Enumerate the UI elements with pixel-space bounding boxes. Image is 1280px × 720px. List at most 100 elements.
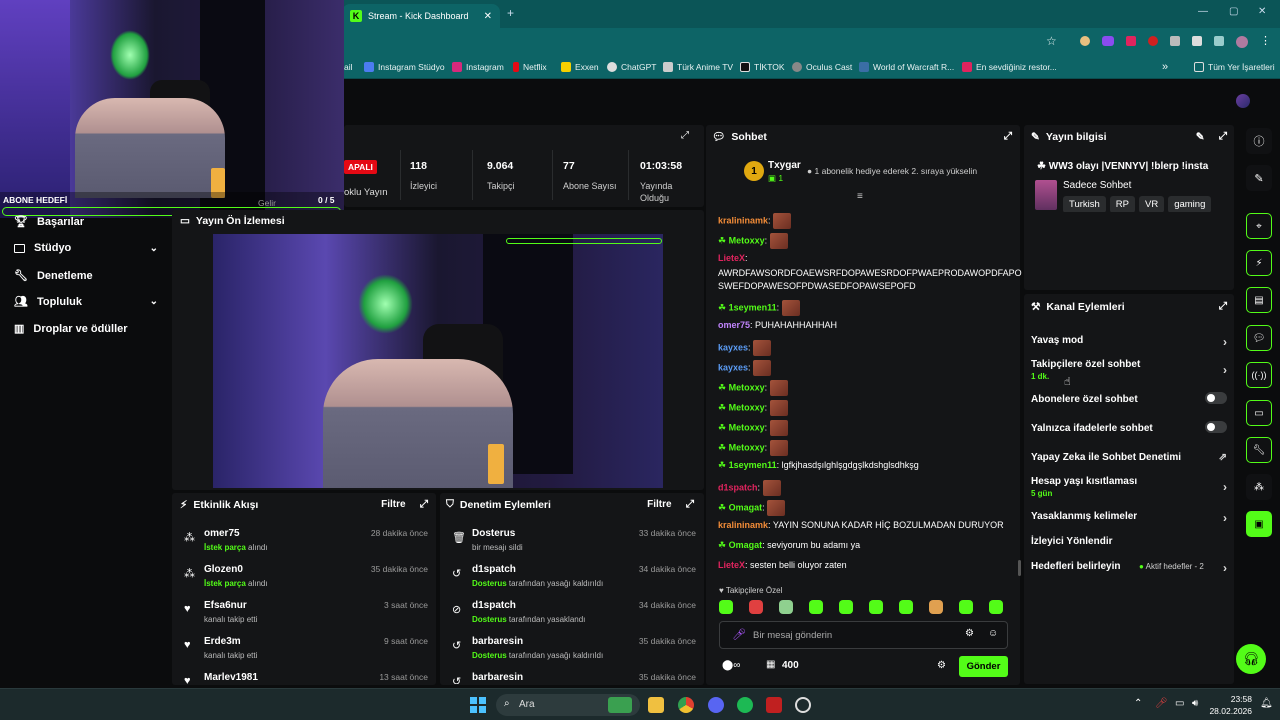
goals-row[interactable]: Hedefleri belirleyin ● Aktif hedefler - … bbox=[1031, 561, 1227, 575]
support-headset-icon[interactable]: 🎧︎ bbox=[1236, 644, 1266, 674]
chat-username[interactable]: kayxes bbox=[718, 362, 748, 372]
bookmark-item[interactable]: World of Warcraft R... bbox=[859, 55, 954, 79]
tray-chevron-icon[interactable]: ⌃ bbox=[1134, 698, 1142, 709]
nav-item-drops[interactable]: ▥ Droplar ve ödüller bbox=[14, 322, 128, 336]
moderation-filter-button[interactable]: Filtre bbox=[647, 499, 671, 510]
feed-item-username[interactable]: barbaresin bbox=[472, 672, 523, 683]
clock-date[interactable]: 28.02.2026 bbox=[1206, 706, 1252, 716]
window-close-icon[interactable]: ✕ bbox=[1258, 6, 1266, 17]
chat-username[interactable]: Metoxxy bbox=[729, 402, 765, 412]
feed-item[interactable]: ⊘ d1spatch Dosterus tarafından yasaklandı 3… bbox=[452, 598, 696, 632]
chat-username[interactable]: d1spatch bbox=[718, 482, 758, 492]
tag[interactable]: RP bbox=[1109, 196, 1135, 212]
feed-item-username[interactable]: d1spatch bbox=[472, 564, 516, 575]
chat-username[interactable]: Metoxxy bbox=[729, 422, 765, 432]
mic-tray-icon[interactable]: 🎤︎ bbox=[1155, 698, 1168, 709]
puzzle-icon[interactable] bbox=[1192, 36, 1202, 46]
activity-filter-button[interactable]: Filtre bbox=[381, 499, 405, 510]
bookmark-star-icon[interactable]: ☆ bbox=[1046, 34, 1057, 48]
bookmark-item[interactable]: Türk Anime TV bbox=[663, 55, 733, 79]
bookmark-item[interactable]: Oculus Cast bbox=[792, 55, 852, 79]
obs-stream-icon[interactable] bbox=[766, 697, 782, 713]
layout-rail-button[interactable]: ▭ bbox=[1246, 400, 1272, 426]
nav-item-moderation[interactable]: 🔧︎ Denetleme bbox=[14, 269, 93, 283]
broadcast-rail-button[interactable]: ((·)) bbox=[1246, 362, 1272, 388]
chat-username[interactable]: 1seymen11 bbox=[729, 460, 777, 470]
expand-icon[interactable]: ⤢ bbox=[1219, 130, 1227, 143]
stream-preview-video[interactable] bbox=[213, 234, 663, 488]
wrench-rail-button[interactable]: 🔧︎ bbox=[1246, 437, 1272, 463]
new-tab-icon[interactable]: + bbox=[507, 6, 514, 20]
slow-mode-row[interactable]: Yavaş mod › bbox=[1031, 335, 1227, 349]
edit-icon[interactable]: ✎ bbox=[1196, 131, 1205, 143]
quick-emote-icon[interactable] bbox=[839, 600, 853, 614]
file-explorer-icon[interactable] bbox=[648, 697, 664, 713]
followers-only-row[interactable]: Takipçilere özel sohbet 1 dk. › bbox=[1031, 359, 1227, 381]
edit-rail-button[interactable]: ✎ bbox=[1246, 165, 1272, 191]
capture-rail-button[interactable]: ⌖ bbox=[1246, 213, 1272, 239]
user-avatar[interactable] bbox=[1236, 94, 1250, 108]
feed-item-username[interactable]: Glozen0 bbox=[204, 564, 243, 575]
chat-username[interactable]: kralininamk bbox=[718, 520, 768, 530]
quick-emote-icon[interactable] bbox=[989, 600, 1003, 614]
quick-emote-icon[interactable] bbox=[899, 600, 913, 614]
infinity-points-icon[interactable]: ⬤∞ bbox=[722, 660, 740, 671]
chat-username[interactable]: Omagat bbox=[729, 540, 763, 550]
expand-icon[interactable]: ⤢ bbox=[1004, 130, 1012, 143]
network-icon[interactable]: ▭ bbox=[1175, 698, 1184, 709]
store-icon[interactable]: ▦ bbox=[766, 659, 775, 670]
browser-menu-icon[interactable]: ⋮ bbox=[1260, 36, 1271, 48]
send-button[interactable]: Gönder bbox=[959, 656, 1008, 677]
chat-username[interactable]: kayxes bbox=[718, 342, 748, 352]
chat-username[interactable]: LieteX bbox=[718, 560, 745, 570]
spotify-icon[interactable] bbox=[737, 697, 753, 713]
feed-item[interactable]: ↺ d1spatch Dosterus tarafından yasağı kald… bbox=[452, 562, 696, 596]
chat-username[interactable]: Metoxxy bbox=[729, 235, 765, 245]
expand-icon[interactable]: ⤢ bbox=[1219, 300, 1227, 313]
tag[interactable]: gaming bbox=[1168, 196, 1212, 212]
collapse-pinned-icon[interactable]: ≡ bbox=[857, 191, 863, 202]
feed-item-username[interactable]: Dosterus bbox=[472, 528, 515, 539]
raid-row[interactable]: İzleyici Yönlendir bbox=[1031, 536, 1227, 547]
bookmark-item[interactable]: ChatGPT bbox=[607, 55, 656, 79]
chat-settings-icon[interactable]: ⚙︎ bbox=[937, 660, 946, 671]
clock-time[interactable]: 23:58 bbox=[1212, 694, 1252, 704]
translate-icon[interactable]: ⚙︎ bbox=[965, 628, 974, 639]
chat-username[interactable]: Omagat bbox=[729, 502, 763, 512]
feed-item-username[interactable]: d1spatch bbox=[472, 600, 516, 611]
all-bookmarks[interactable]: Tüm Yer İşaretleri bbox=[1194, 55, 1275, 79]
chat-username[interactable]: omer75 bbox=[718, 320, 750, 330]
chat-input[interactable]: 🎤︎ Bir mesaj gönderin ⚙︎ ☺︎ bbox=[719, 621, 1008, 649]
feed-item[interactable]: 🗑︎ Dosterus bir mesajı sildi 33 dakika önce bbox=[452, 526, 696, 560]
feed-item[interactable]: ⁂ omer75 İstek parça alındı 28 dakika önce bbox=[184, 526, 428, 560]
bolt-rail-button[interactable]: ⚡︎ bbox=[1246, 250, 1272, 276]
feed-item[interactable]: ♥ Erde3m kanalı takip etti 9 saat önce bbox=[184, 634, 428, 668]
extension-icon[interactable] bbox=[1102, 36, 1114, 46]
feed-item[interactable]: ⁂ Glozen0 İstek parça alındı 35 dakika önce bbox=[184, 562, 428, 596]
feed-item[interactable]: ♥ Efsa6nur kanalı takip etti 3 saat önce bbox=[184, 598, 428, 632]
chat-username[interactable]: 1seymen11 bbox=[729, 302, 777, 312]
bookmark-item[interactable]: ail bbox=[344, 55, 353, 79]
quick-emote-icon[interactable] bbox=[959, 600, 973, 614]
chat-rail-button[interactable]: 💬︎ bbox=[1246, 325, 1272, 351]
windows-start-icon[interactable] bbox=[470, 697, 486, 713]
emote-only-toggle[interactable] bbox=[1205, 421, 1227, 433]
account-age-row[interactable]: Hesap yaşı kısıtlaması 5 gün › bbox=[1031, 476, 1227, 498]
feed-item-username[interactable]: Efsa6nur bbox=[204, 600, 247, 611]
feed-item-username[interactable]: Marlev1981 bbox=[204, 672, 258, 683]
extension-icon[interactable] bbox=[1080, 36, 1090, 46]
bookmarks-overflow-icon[interactable]: » bbox=[1162, 55, 1168, 79]
obs-icon[interactable] bbox=[795, 697, 811, 713]
feed-item-username[interactable]: Erde3m bbox=[204, 636, 241, 647]
tag[interactable]: Turkish bbox=[1063, 196, 1106, 212]
extension-icon[interactable] bbox=[1126, 36, 1136, 46]
bookmark-item[interactable]: Instagram bbox=[452, 55, 504, 79]
gifter-name[interactable]: Txygar bbox=[768, 160, 801, 171]
ai-moderation-row[interactable]: Yapay Zeka ile Sohbet Denetimi ⇗ bbox=[1031, 452, 1227, 463]
quick-emote-icon[interactable] bbox=[809, 600, 823, 614]
volume-icon[interactable]: 🔊︎ bbox=[1192, 698, 1198, 709]
feed-item[interactable]: ↺ barbaresin Dosterus tarafından yasağı ka… bbox=[452, 634, 696, 668]
tab-close-icon[interactable]: ✕ bbox=[484, 11, 492, 22]
feed-item[interactable]: ♥ Marlev1981 13 saat önce bbox=[184, 670, 428, 684]
nav-item-studio[interactable]: Stüdyo ⌄ bbox=[14, 242, 158, 254]
